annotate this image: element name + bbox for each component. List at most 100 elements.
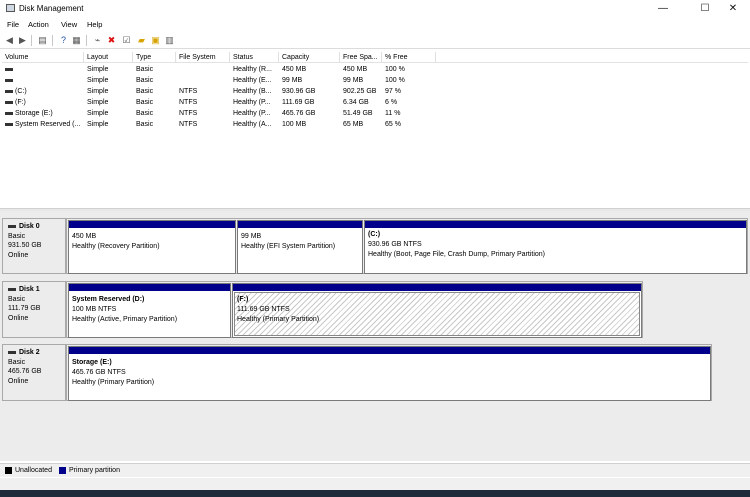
disk-list-icon[interactable]: ▤ — [37, 35, 48, 46]
partition-efi[interactable]: 99 MB Healthy (EFI System Partition) — [237, 220, 363, 274]
layout-cell: Simple — [87, 88, 109, 95]
column-volume[interactable]: Volume — [2, 52, 84, 63]
partition-f-selected[interactable]: (F:) 111.69 GB NTFS Healthy (Primary Par… — [232, 283, 642, 338]
toolbar-separator — [52, 35, 53, 46]
volume-row[interactable]: Storage (E:) Simple Basic NTFS Healthy (… — [2, 108, 748, 119]
disk-2-label[interactable]: Disk 2 Basic 465.76 GB Online — [2, 344, 66, 401]
partition-c[interactable]: (C:) 930.96 GB NTFS Healthy (Boot, Page … — [364, 220, 747, 274]
legend-unallocated: Unallocated — [15, 467, 52, 474]
disk-icon — [8, 287, 16, 291]
partition-bar — [69, 221, 235, 228]
file-system-cell: NTFS — [179, 99, 198, 106]
help-icon[interactable]: ? — [58, 35, 69, 46]
menu-bar: File Action View Help — [0, 18, 750, 31]
legend-primary-partition: Primary partition — [69, 467, 120, 474]
capacity-cell: 450 MB — [282, 66, 307, 73]
volume-row[interactable]: Simple Basic Healthy (R... 450 MB 450 MB… — [2, 64, 748, 75]
volume-name-cell — [2, 75, 84, 86]
type-cell: Basic — [136, 121, 154, 128]
layout-cell: Simple — [87, 66, 109, 73]
free-space-cell: 99 MB — [343, 77, 364, 84]
capacity-cell: 111.69 GB — [282, 99, 315, 106]
capacity-cell: 930.96 GB — [282, 88, 316, 95]
rescan-icon[interactable]: ▣ — [150, 35, 161, 46]
status-cell: Healthy (R... — [233, 66, 272, 73]
disk-0-partitions: 450 MB Healthy (Recovery Partition) 99 M… — [66, 218, 748, 274]
forward-icon[interactable]: ▶ — [17, 35, 28, 46]
toolbar-separator — [86, 35, 87, 46]
type-cell: Basic — [136, 110, 154, 117]
layout-cell: Simple — [87, 77, 109, 84]
capacity-cell: 100 MB — [282, 121, 307, 128]
file-system-cell: NTFS — [179, 121, 198, 128]
minimize-button[interactable]: — — [646, 0, 680, 17]
disk-1-partitions: System Reserved (D:) 100 MB NTFS Healthy… — [66, 281, 643, 338]
disk-graphical-view: Disk 0 Basic 931.50 GB Online 450 MB Hea… — [0, 211, 750, 461]
file-system-cell: NTFS — [179, 110, 198, 117]
volume-name-cell: Storage (E:) — [2, 108, 84, 119]
column-percent-free[interactable]: % Free — [382, 52, 436, 63]
menu-file[interactable]: File — [7, 20, 19, 29]
status-cell: Healthy (A... — [233, 121, 272, 128]
volume-name-cell: (C:) — [2, 86, 84, 97]
partition-bar — [365, 221, 746, 228]
volume-icon — [5, 89, 13, 93]
type-cell: Basic — [136, 77, 154, 84]
volume-row[interactable]: System Reserved (... Simple Basic NTFS H… — [2, 119, 748, 130]
capacity-cell: 99 MB — [282, 77, 303, 84]
volume-row[interactable]: (C:) Simple Basic NTFS Healthy (B... 930… — [2, 86, 748, 97]
column-layout[interactable]: Layout — [84, 52, 133, 63]
status-cell: Healthy (B... — [233, 88, 272, 95]
column-type[interactable]: Type — [133, 52, 176, 63]
partition-bar — [233, 284, 641, 291]
layout-cell: Simple — [87, 99, 109, 106]
back-icon[interactable]: ◀ — [4, 35, 15, 46]
percent-free-cell: 6 % — [385, 99, 398, 106]
column-file-system[interactable]: File System — [176, 52, 230, 63]
partition-recovery[interactable]: 450 MB Healthy (Recovery Partition) — [68, 220, 236, 274]
layout-cell: Simple — [87, 110, 109, 117]
check-icon[interactable]: ☑ — [121, 35, 132, 46]
volume-name-cell: (F:) — [2, 97, 84, 108]
list-view-icon[interactable]: ▥ — [164, 35, 175, 46]
column-free-space[interactable]: Free Spa... — [340, 52, 382, 63]
menu-action[interactable]: Action — [28, 20, 49, 29]
disk-1-label[interactable]: Disk 1 Basic 111.79 GB Online — [2, 281, 66, 338]
partition-system-reserved[interactable]: System Reserved (D:) 100 MB NTFS Healthy… — [68, 283, 231, 338]
status-cell: Healthy (P... — [233, 99, 271, 106]
delete-icon[interactable]: ✖ — [106, 35, 117, 46]
window-title: Disk Management — [19, 4, 84, 13]
disk-icon — [8, 350, 16, 354]
volume-name-cell: System Reserved (... — [2, 119, 84, 130]
volume-icon — [5, 100, 13, 104]
volume-row[interactable]: Simple Basic Healthy (E... 99 MB 99 MB 1… — [2, 75, 748, 86]
menu-view[interactable]: View — [61, 20, 77, 29]
file-system-cell — [176, 75, 230, 86]
capacity-cell: 465.76 GB — [282, 110, 316, 117]
column-status[interactable]: Status — [230, 52, 279, 63]
disk-0-label[interactable]: Disk 0 Basic 931.50 GB Online — [2, 218, 66, 274]
disk-icon — [8, 224, 16, 228]
volume-list: Volume Layout Type File System Status Ca… — [2, 52, 748, 207]
volume-row[interactable]: (F:) Simple Basic NTFS Healthy (P... 111… — [2, 97, 748, 108]
close-button[interactable]: ✕ — [716, 0, 750, 17]
menu-help[interactable]: Help — [87, 20, 102, 29]
volume-icon — [5, 67, 13, 71]
toolbar: ◀ ▶ ▤ ? ▦ ⌁ ✖ ☑ ▰ ▣ ▥ — [0, 32, 750, 49]
primary-partition-swatch — [59, 467, 66, 474]
volume-icon — [5, 78, 13, 82]
percent-free-cell: 65 % — [385, 121, 401, 128]
taskbar-edge — [0, 490, 750, 497]
folder-icon[interactable]: ▰ — [136, 35, 147, 46]
disk-management-app-icon — [6, 4, 15, 12]
free-space-cell: 51.49 GB — [343, 110, 373, 117]
legend: Unallocated Primary partition — [0, 463, 750, 477]
connect-icon[interactable]: ⌁ — [92, 35, 103, 46]
column-capacity[interactable]: Capacity — [279, 52, 340, 63]
status-cell: Healthy (P... — [233, 110, 271, 117]
partition-storage[interactable]: Storage (E:) 465.76 GB NTFS Healthy (Pri… — [68, 346, 711, 401]
file-system-cell: NTFS — [179, 88, 198, 95]
status-bar — [0, 478, 750, 490]
properties-icon[interactable]: ▦ — [71, 35, 82, 46]
percent-free-cell: 97 % — [385, 88, 401, 95]
